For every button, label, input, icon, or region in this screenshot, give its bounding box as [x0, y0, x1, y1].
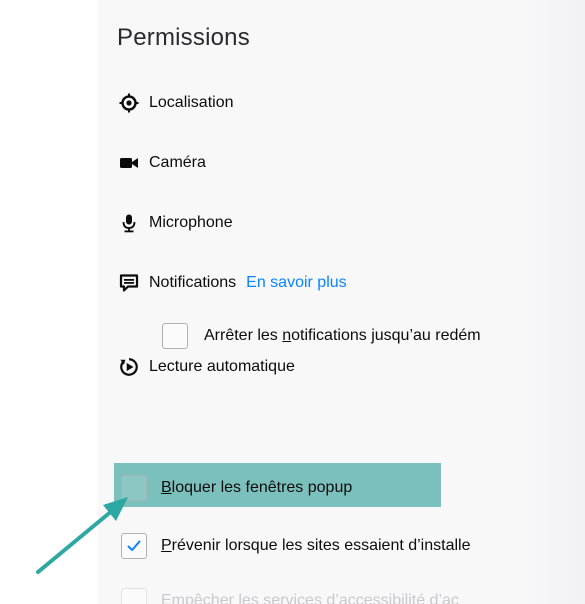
permission-location-label: Localisation: [149, 94, 234, 111]
checkmark-icon: [127, 540, 141, 551]
permission-notifications: Notifications En savoir plus: [119, 271, 347, 295]
pause-notifications-label: Arrêter les notifications jusqu’au redém: [204, 327, 481, 345]
notification-icon: [119, 273, 139, 293]
permission-camera: Caméra: [119, 151, 206, 175]
block-popups-accesskey: B: [161, 479, 172, 496]
accessibility-option[interactable]: Empêcher les services d’accessibilité d’…: [121, 588, 459, 604]
camera-icon: [119, 153, 139, 173]
permission-location: Localisation: [119, 91, 234, 115]
permission-microphone: Microphone: [119, 211, 233, 235]
pause-notifications-checkbox[interactable]: [162, 323, 188, 349]
permission-notifications-label: Notifications: [149, 274, 237, 291]
learn-more-link[interactable]: En savoir plus: [246, 274, 347, 292]
block-popups-label: Bloquer les fenêtres popup: [161, 479, 352, 497]
block-popups-option[interactable]: Bloquer les fenêtres popup: [121, 475, 352, 501]
panel-shade: [515, 0, 585, 604]
warn-addons-option[interactable]: Prévenir lorsque les sites essaient d’in…: [121, 533, 470, 559]
accessibility-label: Empêcher les services d’accessibilité d’…: [161, 592, 459, 604]
location-icon: [119, 93, 139, 113]
warn-addons-checkbox[interactable]: [121, 533, 147, 559]
permission-microphone-label: Microphone: [149, 214, 233, 231]
block-popups-label-rest: loquer les fenêtres popup: [171, 479, 353, 496]
pause-notifications-option[interactable]: Arrêter les notifications jusqu’au redém: [162, 319, 481, 353]
block-popups-checkbox[interactable]: [121, 475, 147, 501]
screenshot: Permissions Localisation Caméra Micropho…: [0, 0, 585, 604]
permission-autoplay: Lecture automatique: [119, 355, 295, 379]
warn-addons-label: Prévenir lorsque les sites essaient d’in…: [161, 537, 470, 555]
permission-camera-label: Caméra: [149, 154, 206, 171]
pause-notifications-accesskey: n: [282, 327, 292, 344]
permission-autoplay-label: Lecture automatique: [149, 358, 295, 375]
warn-addons-accesskey: P: [161, 537, 172, 554]
microphone-icon: [119, 213, 139, 233]
accessibility-checkbox[interactable]: [121, 588, 147, 604]
section-title: Permissions: [117, 24, 250, 51]
pause-notifications-label-suffix: otifications jusqu’au redém: [291, 327, 481, 344]
warn-addons-label-rest: révenir lorsque les sites essaient d’ins…: [171, 537, 471, 554]
autoplay-icon: [119, 357, 139, 377]
pause-notifications-label-prefix: Arrêter les: [204, 327, 283, 344]
